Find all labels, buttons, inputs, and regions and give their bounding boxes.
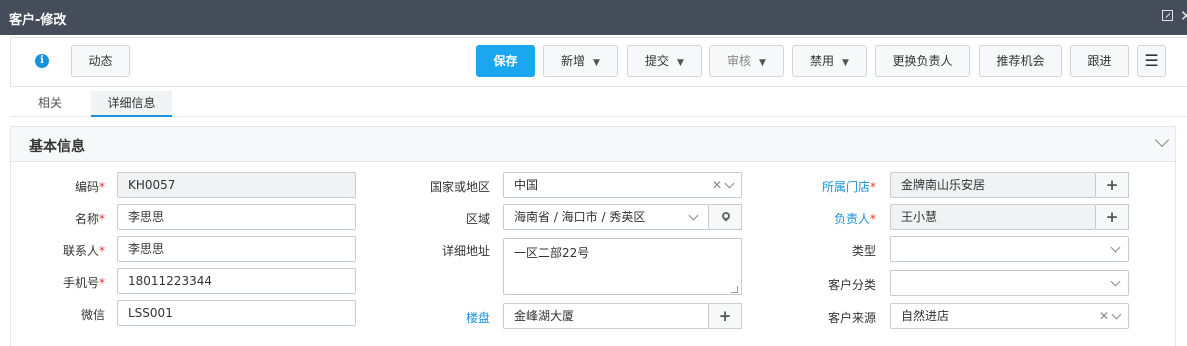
store-field[interactable]: 金牌南山乐安居 — [890, 172, 1096, 198]
dynamic-button-label: 动态 — [88, 54, 113, 68]
dynamic-button[interactable]: 动态 — [71, 45, 130, 77]
country-label: 国家或地区 — [429, 180, 490, 194]
add-button-label: 新增 — [561, 54, 586, 68]
save-button-label: 保存 — [493, 54, 518, 68]
source-value: 自然进店 — [901, 309, 950, 323]
disable-button-label: 禁用 — [810, 54, 835, 68]
code-label: 编码* — [74, 180, 105, 194]
close-icon[interactable]: ✕ — [1180, 7, 1187, 25]
name-label: 名称* — [74, 212, 105, 226]
submit-button-label: 提交 — [645, 54, 670, 68]
hamburger-menu-icon[interactable]: ☰ — [1137, 45, 1166, 77]
chevron-down-icon: ▼ — [677, 58, 684, 68]
category-select[interactable] — [890, 270, 1129, 296]
recommend-opportunity-button[interactable]: 推荐机会 — [979, 45, 1062, 77]
maximize-icon[interactable] — [1162, 10, 1173, 21]
tab-label: 详细信息 — [107, 96, 156, 110]
window-titlebar: 客户-修改 ✕ — [0, 0, 1187, 35]
source-label: 客户来源 — [827, 311, 876, 325]
save-button[interactable]: 保存 — [476, 45, 535, 77]
type-label: 类型 — [851, 244, 876, 258]
phone-label: 手机号* — [62, 276, 105, 290]
region-label: 区域 — [465, 212, 490, 226]
contact-field[interactable]: 李思思 — [117, 236, 356, 262]
chevron-down-icon: ▼ — [593, 58, 600, 68]
change-owner-button-label: 更换负责人 — [892, 54, 953, 68]
tab-bar: 相关 详细信息 — [10, 91, 1187, 117]
change-owner-button[interactable]: 更换负责人 — [875, 45, 970, 77]
clear-icon[interactable]: ✕ — [712, 178, 722, 192]
follow-up-button[interactable]: 跟进 — [1070, 45, 1129, 77]
owner-label[interactable]: 负责人* — [790, 210, 876, 227]
contact-label: 联系人* — [62, 244, 105, 258]
window-title: 客户-修改 — [9, 13, 67, 28]
building-label[interactable]: 楼盘 — [400, 309, 490, 326]
chevron-down-icon[interactable] — [1154, 132, 1170, 148]
country-value: 中国 — [514, 178, 539, 192]
recommend-button-label: 推荐机会 — [996, 54, 1045, 68]
region-select[interactable]: 海南省 / 海口市 / 秀英区 — [503, 204, 709, 230]
address-label: 详细地址 — [441, 244, 490, 258]
plus-icon[interactable]: + — [709, 303, 742, 329]
plus-icon[interactable]: + — [1096, 172, 1129, 198]
code-field[interactable]: KH0057 — [117, 172, 356, 198]
disable-button[interactable]: 禁用 ▼ — [792, 45, 867, 77]
clear-icon[interactable]: ✕ — [1099, 309, 1109, 323]
type-select[interactable] — [890, 236, 1129, 262]
country-select[interactable]: 中国 — [503, 172, 742, 198]
phone-field[interactable]: 18011223344 — [117, 268, 356, 294]
category-label: 客户分类 — [827, 278, 876, 292]
address-textarea[interactable]: 一区二部22号 — [503, 238, 742, 295]
section-title: 基本信息 — [29, 139, 85, 155]
submit-button[interactable]: 提交 ▼ — [627, 45, 702, 77]
section-header[interactable]: 基本信息 — [10, 126, 1176, 162]
resize-handle[interactable] — [731, 286, 738, 293]
tab-details[interactable]: 详细信息 — [91, 91, 172, 117]
plus-icon[interactable]: + — [1096, 204, 1129, 230]
owner-field[interactable]: 王小慧 — [890, 204, 1096, 230]
wechat-label: 微信 — [80, 308, 105, 322]
tab-label: 相关 — [37, 96, 62, 110]
source-select[interactable]: 自然进店 — [890, 303, 1129, 329]
review-button[interactable]: 审核 ▼ — [709, 45, 784, 77]
chevron-down-icon: ▼ — [759, 58, 766, 68]
wechat-field[interactable]: LSS001 — [117, 300, 356, 326]
add-button[interactable]: 新增 ▼ — [543, 45, 618, 77]
info-icon[interactable]: i — [35, 54, 49, 68]
region-value: 海南省 / 海口市 / 秀英区 — [514, 210, 646, 224]
review-button-label: 审核 — [727, 54, 752, 68]
chevron-down-icon: ▼ — [842, 58, 849, 68]
tab-related[interactable]: 相关 — [22, 91, 78, 117]
building-field[interactable]: 金峰湖大厦 — [503, 303, 709, 329]
store-label[interactable]: 所属门店* — [790, 178, 876, 195]
name-field[interactable]: 李思思 — [117, 204, 356, 230]
follow-button-label: 跟进 — [1087, 54, 1112, 68]
